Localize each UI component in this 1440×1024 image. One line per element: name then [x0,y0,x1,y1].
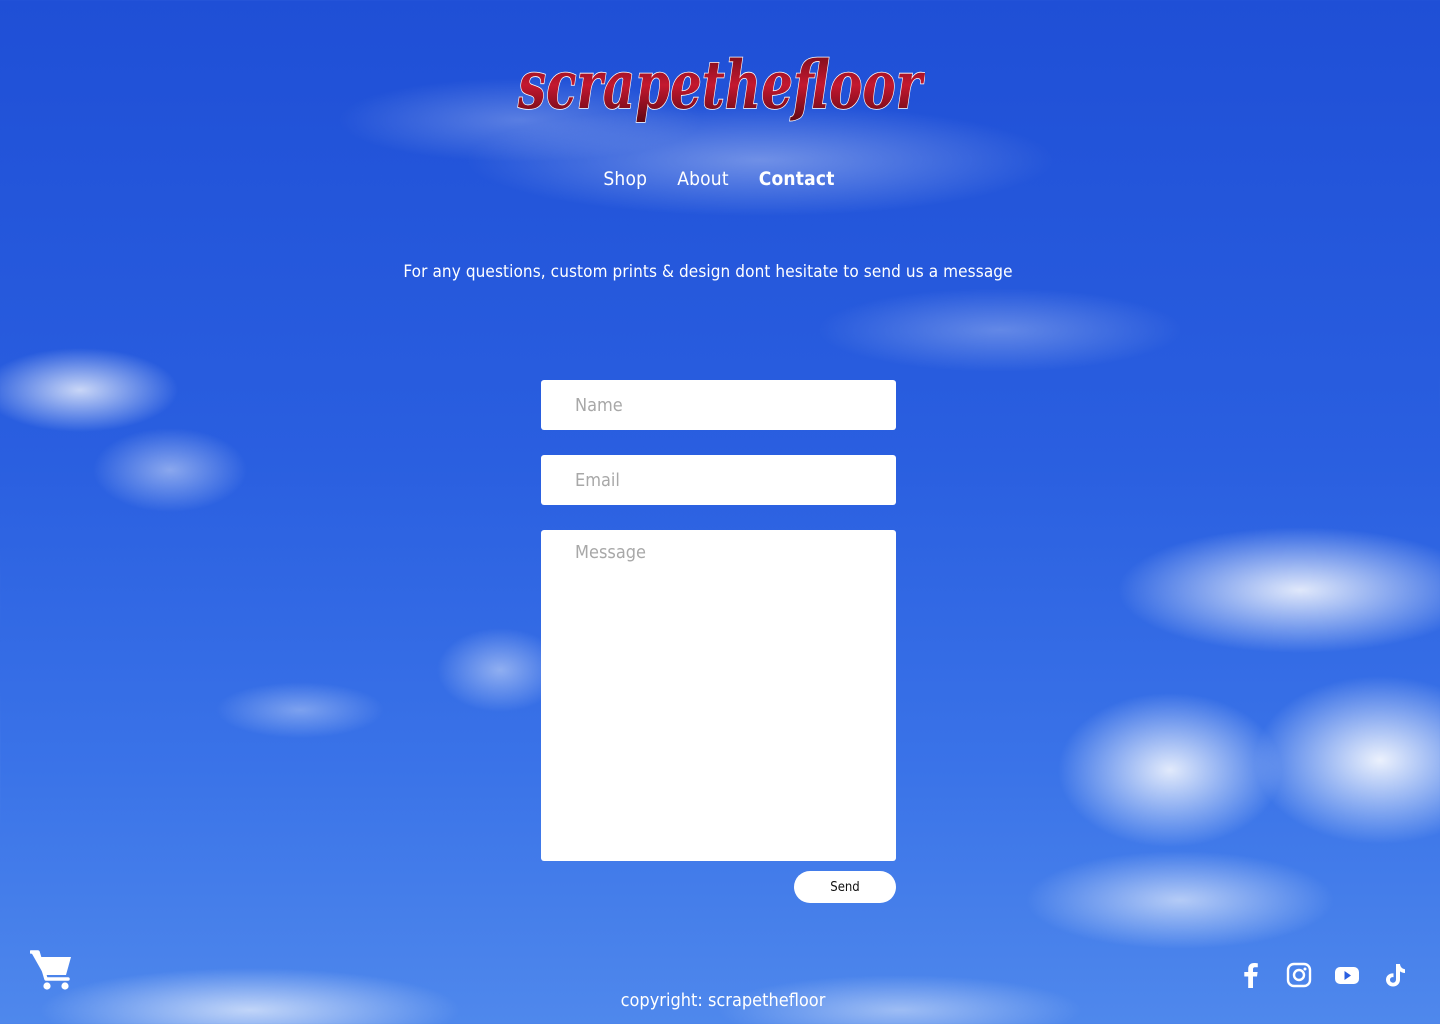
facebook-icon[interactable] [1238,961,1264,989]
brand-logo[interactable]: scrapethefloor [515,38,925,130]
instagram-icon[interactable] [1286,961,1312,989]
nav-item-about[interactable]: About [677,168,729,190]
nav-item-shop[interactable]: Shop [603,168,647,190]
contact-form: Send [541,380,896,903]
main-nav: Shop About Contact [0,168,1440,190]
contact-page: { "brand": { "logo_text": "scrapethefloo… [0,0,1440,1024]
social-links [1238,961,1408,989]
send-button[interactable]: Send [794,871,896,903]
nav-item-contact[interactable]: Contact [759,168,835,190]
copyright-text: copyright: scrapethefloor [620,990,826,1011]
brand-logo-text: scrapethefloor [517,46,925,124]
message-textarea[interactable] [541,530,896,861]
name-input[interactable] [541,380,896,430]
youtube-icon[interactable] [1334,961,1360,989]
tiktok-icon[interactable] [1382,961,1408,989]
contact-intro-text: For any questions, custom prints & desig… [403,262,1013,282]
shopping-cart-icon[interactable] [29,948,74,992]
email-input[interactable] [541,455,896,505]
